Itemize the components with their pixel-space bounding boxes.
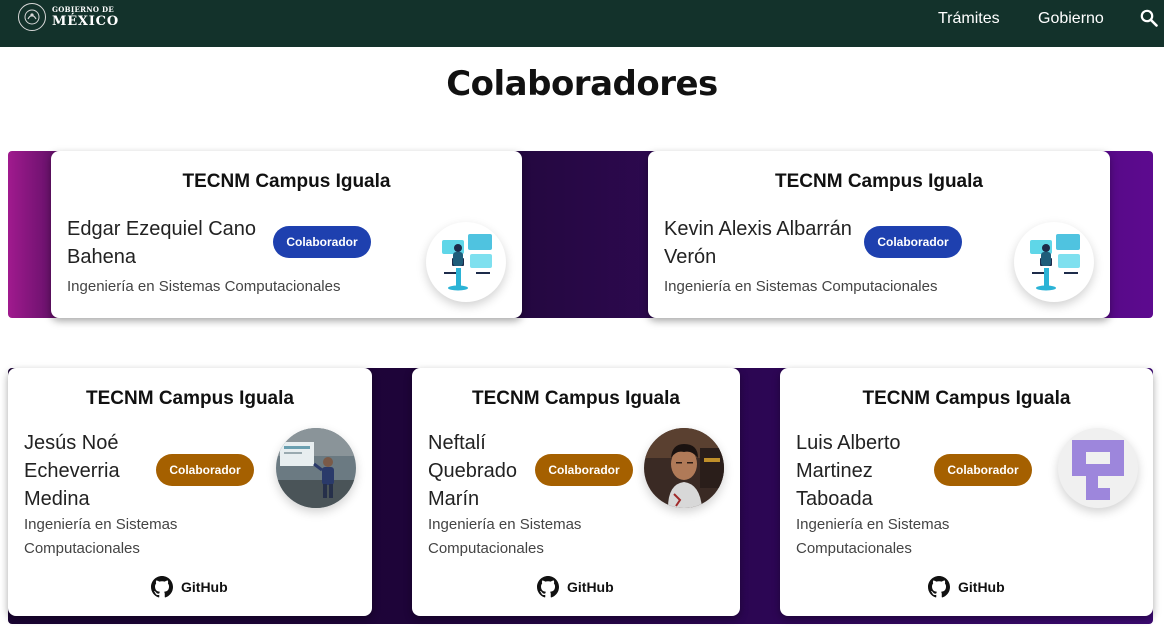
card-campus: TECNM Campus Iguala — [862, 388, 1071, 409]
github-icon — [151, 576, 173, 598]
github-label: GitHub — [958, 579, 1005, 595]
top-navbar: GOBIERNO DE MÉXICO Trámites Gobierno — [0, 0, 1164, 47]
card-career: Ingeniería en Sistemas Computacionales — [24, 516, 178, 557]
photo-presenter — [276, 428, 356, 508]
logo-line1: GOBIERNO DE — [52, 5, 115, 14]
card-campus: TECNM Campus Iguala — [472, 388, 680, 409]
card-name: Jesús Noé Echeverria Medina — [24, 432, 120, 510]
github-label: GitHub — [567, 579, 614, 595]
developer-illustration — [1014, 222, 1094, 302]
card-campus: TECNM Campus Iguala — [182, 171, 391, 192]
page-title: Colaboradores — [446, 64, 718, 104]
card-career: Ingeniería en Sistemas Computacionales — [428, 516, 582, 557]
card-career: Ingeniería en Sistemas Computacionales — [664, 278, 938, 295]
collaborator-card: TECNM Campus Iguala Luis Alberto Martine… — [780, 368, 1153, 616]
card-career: Ingeniería en Sistemas Computacionales — [67, 278, 341, 295]
github-link[interactable]: GitHub — [537, 576, 614, 598]
logo-line2: MÉXICO — [52, 14, 119, 29]
card-name: Luis Alberto Martinez Taboada — [796, 432, 901, 510]
role-badge: Colaborador — [535, 454, 633, 486]
logo-text: GOBIERNO DE MÉXICO — [52, 6, 119, 28]
nav-link-tramites[interactable]: Trámites — [938, 10, 1000, 28]
search-icon[interactable] — [1140, 9, 1158, 27]
coat-of-arms-icon — [18, 3, 46, 31]
role-badge: Colaborador — [156, 454, 254, 486]
identicon — [1058, 428, 1138, 508]
card-name: Kevin Alexis Albarrán Verón — [664, 218, 852, 268]
card-career: Ingeniería en Sistemas Computacionales — [796, 516, 950, 557]
photo-portrait — [644, 428, 724, 508]
card-campus: TECNM Campus Iguala — [86, 388, 294, 409]
gobierno-mexico-logo[interactable]: GOBIERNO DE MÉXICO — [18, 2, 119, 32]
collaborator-card: TECNM Campus Iguala Kevin Alexis Albarrá… — [648, 151, 1110, 318]
role-badge: Colaborador — [273, 226, 371, 258]
collaborator-card: TECNM Campus Iguala Jesús Noé Echeverria… — [8, 368, 372, 616]
role-badge: Colaborador — [934, 454, 1032, 486]
github-link[interactable]: GitHub — [928, 576, 1005, 598]
developer-illustration — [426, 222, 506, 302]
github-icon — [537, 576, 559, 598]
card-name: Edgar Ezequiel Cano Bahena — [67, 218, 257, 268]
github-label: GitHub — [181, 579, 228, 595]
card-campus: TECNM Campus Iguala — [775, 171, 983, 192]
github-icon — [928, 576, 950, 598]
nav-link-gobierno[interactable]: Gobierno — [1038, 10, 1104, 28]
card-name: Neftalí Quebrado Marín — [428, 432, 517, 510]
github-link[interactable]: GitHub — [151, 576, 228, 598]
role-badge: Colaborador — [864, 226, 962, 258]
collaborator-card: TECNM Campus Iguala Edgar Ezequiel Cano … — [51, 151, 522, 318]
collaborator-card: TECNM Campus Iguala Neftalí Quebrado Mar… — [412, 368, 740, 616]
